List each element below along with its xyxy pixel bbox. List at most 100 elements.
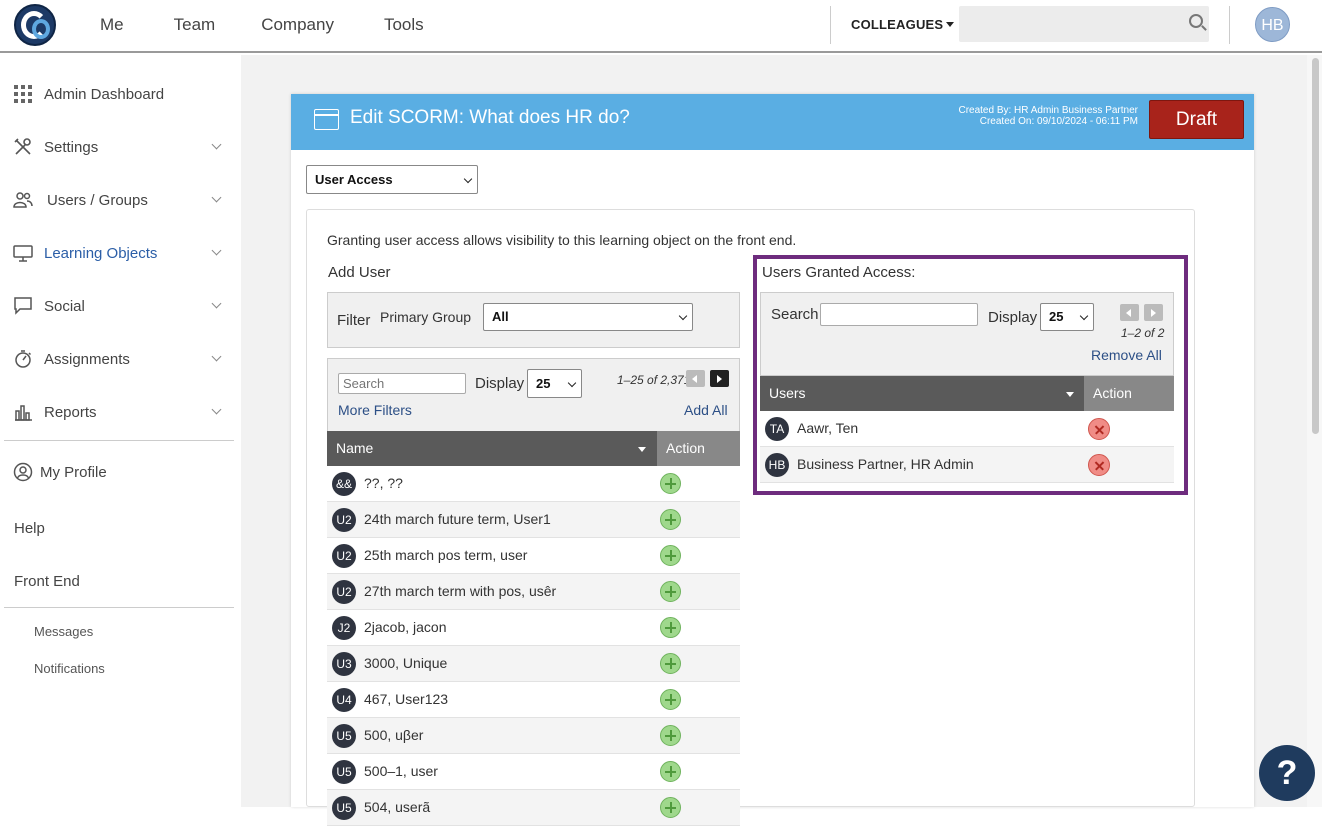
sidebar-item-admin-dashboard[interactable]: Admin Dashboard [0, 75, 241, 115]
chevron-down-icon[interactable] [211, 298, 222, 309]
sidebar-item-settings[interactable]: Settings [0, 128, 241, 168]
draft-status-button[interactable]: Draft [1149, 100, 1244, 139]
user-avatar: && [332, 472, 356, 496]
column-label: Name [336, 440, 374, 456]
user-name: 25th march pos term, user [364, 547, 528, 563]
add-user-icon[interactable] [660, 725, 681, 746]
remove-all-link[interactable]: Remove All [1091, 347, 1162, 363]
granted-display-label: Display [988, 309, 1038, 326]
sidebar-item-front-end[interactable]: Front End [14, 573, 80, 590]
add-user-search-input[interactable] [338, 373, 466, 394]
add-user-icon[interactable] [660, 761, 681, 782]
window-icon [314, 109, 339, 130]
display-label: Display [475, 375, 525, 392]
more-filters-link[interactable]: More Filters [338, 402, 412, 418]
user-avatar: TA [765, 417, 789, 441]
chevron-down-icon[interactable] [211, 245, 222, 256]
help-button[interactable]: ? [1259, 745, 1315, 801]
sidebar-item-label: My Profile [40, 464, 107, 481]
sidebar-item-help[interactable]: Help [14, 520, 45, 537]
granted-prev-page-button[interactable] [1120, 304, 1139, 321]
next-page-button[interactable] [710, 370, 729, 387]
user-row: U2 24th march future term, User1 [327, 502, 740, 538]
primary-group-select[interactable]: All [483, 303, 693, 331]
sidebar-item-notifications[interactable]: Notifications [34, 661, 105, 676]
chevron-down-icon[interactable] [211, 139, 222, 150]
company-logo-icon[interactable] [14, 4, 56, 46]
user-name: 500, uβer [364, 727, 424, 743]
search-icon[interactable] [1189, 14, 1203, 28]
sidebar-item-assignments[interactable]: Assignments [0, 340, 241, 380]
add-user-icon[interactable] [660, 545, 681, 566]
prev-page-button[interactable] [686, 370, 705, 387]
top-bar: Me Team Company Tools COLLEAGUES HB [0, 0, 1322, 53]
add-user-icon[interactable] [660, 617, 681, 638]
granted-user-row: TA Aawr, Ten [760, 411, 1174, 447]
nav-me[interactable]: Me [100, 15, 124, 35]
add-user-icon[interactable] [660, 797, 681, 818]
sidebar-item-reports[interactable]: Reports [0, 393, 241, 433]
sidebar-item-users-groups[interactable]: Users / Groups [0, 181, 241, 221]
user-row: U3 3000, Unique [327, 646, 740, 682]
granted-search-label: Search [771, 306, 819, 323]
scrollbar-thumb[interactable] [1312, 58, 1319, 434]
user-avatar[interactable]: HB [1255, 7, 1290, 42]
user-avatar: U5 [332, 796, 356, 820]
divider [4, 607, 234, 608]
chevron-down-icon [567, 378, 577, 387]
user-avatar: U2 [332, 544, 356, 568]
user-name: 504, userã [364, 799, 431, 815]
user-name: 3000, Unique [364, 655, 448, 671]
add-user-icon[interactable] [660, 653, 681, 674]
created-on: Created On: 09/10/2024 - 06:11 PM [979, 116, 1138, 127]
add-user-icon[interactable] [660, 689, 681, 710]
column-label: Users [769, 385, 806, 401]
nav-company[interactable]: Company [261, 15, 334, 35]
sidebar-item-social[interactable]: Social [0, 287, 241, 327]
arrow-left-icon [692, 375, 697, 383]
user-avatar: HB [765, 453, 789, 477]
add-all-link[interactable]: Add All [684, 402, 728, 418]
remove-user-icon[interactable] [1088, 418, 1110, 440]
add-user-icon[interactable] [660, 509, 681, 530]
display-value: 25 [536, 376, 551, 391]
add-user-icon[interactable] [660, 473, 681, 494]
sidebar-item-my-profile[interactable]: My Profile [0, 453, 241, 493]
colleagues-dropdown[interactable]: COLLEAGUES [851, 17, 955, 32]
page-scrollbar[interactable] [1307, 55, 1322, 807]
profile-icon [13, 462, 33, 482]
user-avatar: U4 [332, 688, 356, 712]
sort-down-icon [638, 447, 646, 452]
add-user-icon[interactable] [660, 581, 681, 602]
sidebar-item-label: Settings [44, 139, 99, 156]
sidebar-item-label: Reports [44, 404, 97, 421]
sidebar: Admin Dashboard Settings Users / Groups … [0, 55, 241, 807]
granted-user-row: HB Business Partner, HR Admin [760, 447, 1174, 483]
users-column-header[interactable]: Users [760, 376, 1084, 411]
section-select[interactable]: User Access [306, 165, 478, 194]
section-select-value: User Access [315, 172, 393, 187]
granted-next-page-button[interactable] [1144, 304, 1163, 321]
chevron-down-icon[interactable] [211, 404, 222, 415]
action-column-header: Action [1084, 376, 1174, 411]
colleagues-label: COLLEAGUES [851, 17, 944, 32]
name-column-header[interactable]: Name [327, 431, 657, 466]
global-search-input[interactable] [959, 6, 1209, 42]
nav-tools[interactable]: Tools [384, 15, 424, 35]
nav-team[interactable]: Team [174, 15, 216, 35]
add-user-display-select[interactable]: 25 [527, 369, 582, 398]
granted-display-value: 25 [1049, 309, 1064, 324]
add-user-title: Add User [328, 264, 391, 281]
user-avatar: U5 [332, 760, 356, 784]
arrow-left-icon [1126, 309, 1131, 317]
user-name: Aawr, Ten [797, 420, 859, 436]
chevron-down-icon[interactable] [211, 192, 222, 203]
chevron-down-icon[interactable] [211, 351, 222, 362]
remove-user-icon[interactable] [1088, 454, 1110, 476]
user-row: U5 504, userã [327, 790, 740, 826]
granted-display-select[interactable]: 25 [1040, 303, 1094, 331]
sidebar-item-learning-objects[interactable]: Learning Objects [0, 234, 241, 274]
sidebar-item-messages[interactable]: Messages [34, 624, 93, 639]
granted-search-input[interactable] [820, 303, 978, 326]
sidebar-item-label: Assignments [44, 351, 130, 368]
